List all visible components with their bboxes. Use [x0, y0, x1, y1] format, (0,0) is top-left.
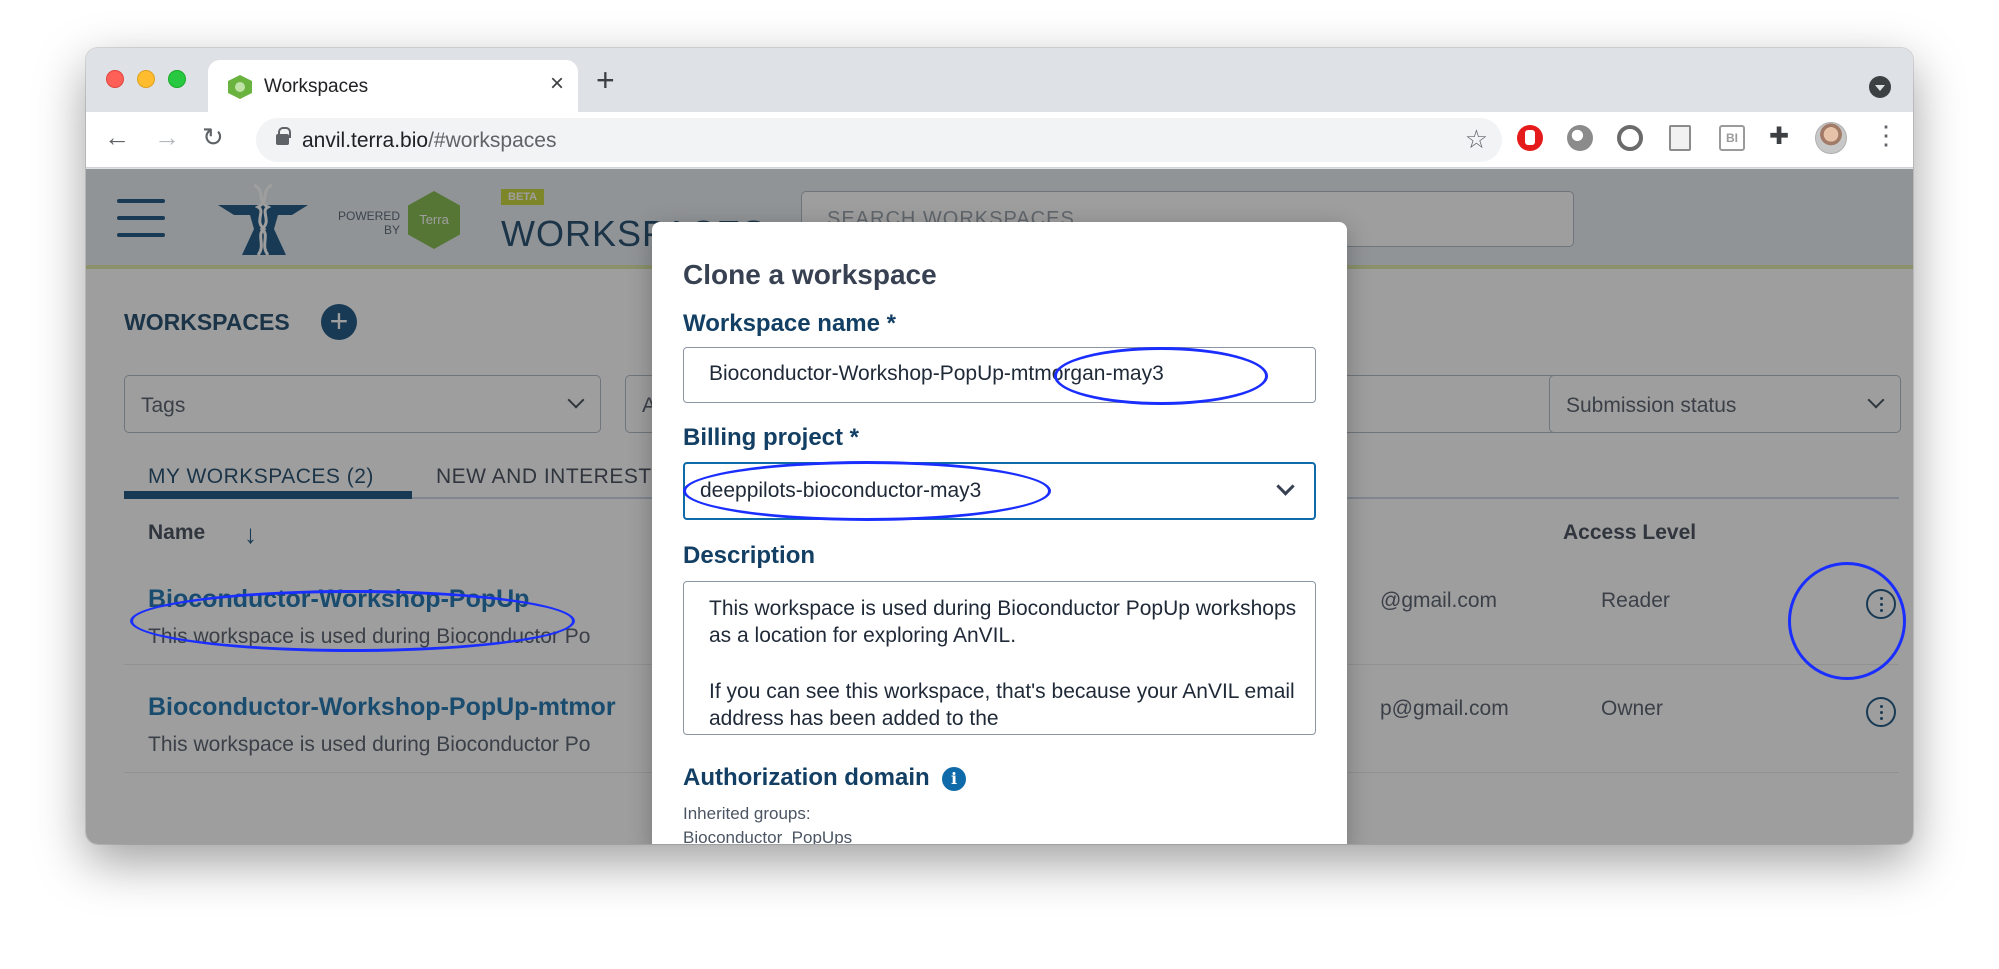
address-bar[interactable]: anvil.terra.bio/#workspaces ☆ — [256, 118, 1502, 162]
description-textarea[interactable]: This workspace is used during Bioconduct… — [683, 581, 1316, 735]
terra-favicon-icon — [228, 75, 252, 99]
chevron-down-icon — [1276, 477, 1295, 496]
browser-window: Workspaces × + ← → ↻ anvil.terra.bio/#wo… — [86, 48, 1913, 844]
inherited-groups-value: Bioconductor_PopUps — [683, 828, 853, 844]
bookmark-star-icon[interactable]: ☆ — [1465, 124, 1488, 155]
modal-title: Clone a workspace — [683, 259, 937, 290]
close-tab-icon[interactable]: × — [550, 70, 564, 98]
close-window-button[interactable] — [106, 70, 124, 88]
description-paragraph: If you can see this workspace, that's be… — [709, 680, 1295, 730]
extension-document-icon[interactable] — [1669, 125, 1691, 151]
profile-avatar[interactable] — [1815, 122, 1847, 154]
inherited-groups-label: Inherited groups: — [683, 804, 811, 823]
reload-icon[interactable]: ↻ — [202, 122, 224, 153]
billing-project-value: deeppilots-bioconductor-may3 — [700, 479, 982, 502]
authorization-domain-label: Authorization domain — [683, 764, 930, 791]
new-tab-icon[interactable]: + — [596, 62, 615, 99]
back-icon[interactable]: ← — [104, 122, 130, 153]
page-content: POWERED BY Terra BETA WORKSPACES SEARCH … — [86, 169, 1913, 844]
clone-workspace-modal: Clone a workspace Workspace name * Bioco… — [652, 222, 1347, 844]
extension-circle-icon[interactable] — [1567, 125, 1593, 151]
description-paragraph: This workspace is used during Bioconduct… — [709, 597, 1297, 647]
workspace-name-input[interactable]: Bioconductor-Workshop-PopUp-mtmorgan-may… — [683, 347, 1316, 403]
lock-icon — [276, 127, 291, 145]
extension-bi-icon[interactable]: BI — [1719, 125, 1745, 151]
url-text: anvil.terra.bio/#workspaces — [302, 129, 557, 152]
workspace-name-value: Bioconductor-Workshop-PopUp-mtmorgan-may… — [709, 362, 1164, 385]
browser-tab[interactable]: Workspaces × — [208, 60, 578, 112]
billing-project-label: Billing project * — [683, 424, 860, 451]
kebab-menu-icon[interactable]: ⋮ — [1873, 120, 1899, 151]
info-icon[interactable]: i — [942, 767, 966, 791]
tab-search-icon[interactable] — [1869, 76, 1891, 98]
adblock-extension-icon[interactable] — [1517, 125, 1543, 151]
tab-title: Workspaces — [264, 76, 369, 97]
billing-project-select[interactable]: deeppilots-bioconductor-may3 — [683, 462, 1316, 520]
minimize-window-button[interactable] — [137, 70, 155, 88]
forward-icon[interactable]: → — [154, 122, 180, 153]
extension-ring-icon[interactable] — [1617, 125, 1643, 151]
workspace-name-label: Workspace name * — [683, 310, 896, 337]
tab-strip: Workspaces × + — [86, 48, 1913, 112]
maximize-window-button[interactable] — [168, 70, 186, 88]
puzzle-icon[interactable]: ✚ — [1769, 122, 1795, 150]
browser-toolbar: ← → ↻ anvil.terra.bio/#workspaces ☆ BI ✚… — [86, 112, 1913, 168]
description-label: Description — [683, 542, 816, 569]
